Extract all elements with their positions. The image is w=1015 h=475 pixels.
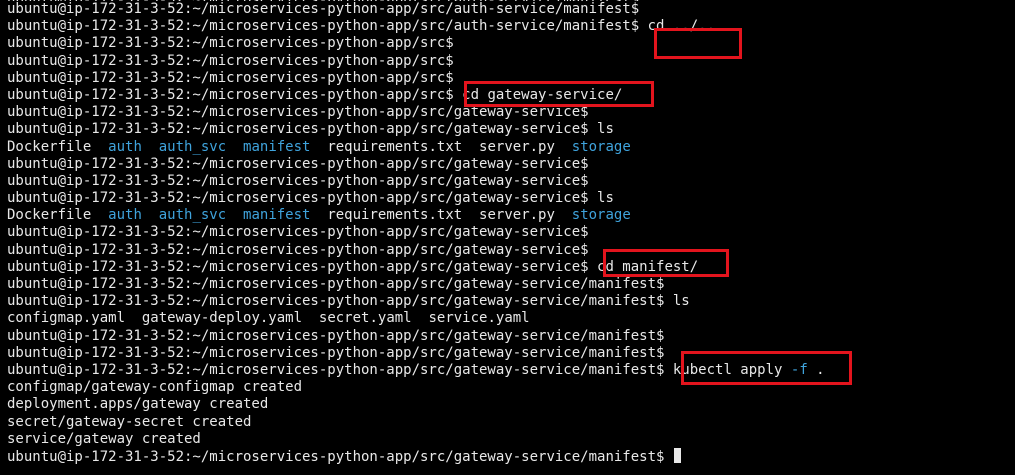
terminal-line: ubuntu@ip-172-31-3-52:~/microservices-py… [7,328,825,345]
terminal-output: ubuntu@ip-172-31-3-52:~/microservices-py… [7,0,825,465]
terminal-line: ubuntu@ip-172-31-3-52:~/microservices-py… [7,293,825,310]
terminal-line: ubuntu@ip-172-31-3-52:~/microservices-py… [7,242,825,259]
directory-entry: auth_svc [158,207,227,224]
prompt-text: ubuntu@ip-172-31-3-52:~/microservices-py… [7,344,665,361]
directory-entry: auth [108,138,142,155]
prompt-text: ubuntu@ip-172-31-3-52:~/microservices-py… [7,121,614,138]
command-text: . [807,361,825,378]
directory-entry: manifest [243,207,311,224]
file-entry: Dockerfile [7,138,92,155]
text-cursor[interactable] [673,447,681,463]
terminal-line: ubuntu@ip-172-31-3-52:~/microservices-py… [7,447,825,465]
prompt-text: ubuntu@ip-172-31-3-52:~/microservices-py… [7,1,640,17]
terminal-line: ubuntu@ip-172-31-3-52:~/microservices-py… [7,35,825,52]
command-text: cd manifest/ [597,258,699,275]
prompt-text: ubuntu@ip-172-31-3-52:~/microservices-py… [7,18,648,35]
column-gap [91,207,108,223]
column-gap [462,139,479,155]
terminal-line: ubuntu@ip-172-31-3-52:~/microservices-py… [7,121,825,138]
terminal-line: ubuntu@ip-172-31-3-52:~/microservices-py… [7,345,825,362]
terminal-line: ubuntu@ip-172-31-3-52:~/microservices-py… [7,18,825,35]
file-entry: requirements.txt [327,138,463,155]
terminal-line: ubuntu@ip-172-31-3-52:~/microservices-py… [7,190,825,207]
column-gap [412,310,429,326]
terminal-line: ubuntu@ip-172-31-3-52:~/microservices-py… [7,362,825,379]
prompt-text: configmap/gateway-configmap created [7,379,303,396]
terminal-line: ubuntu@ip-172-31-3-52:~/microservices-py… [7,53,825,70]
column-gap [310,139,327,155]
prompt-text: ubuntu@ip-172-31-3-52:~/microservices-py… [7,172,589,189]
prompt-text: ubuntu@ip-172-31-3-52:~/microservices-py… [7,52,454,69]
terminal-line: ubuntu@ip-172-31-3-52:~/microservices-py… [7,259,825,276]
column-gap [142,139,159,155]
directory-entry: auth [108,207,142,224]
column-gap [226,139,243,155]
column-gap [462,207,479,223]
prompt-text: ubuntu@ip-172-31-3-52:~/microservices-py… [7,241,589,258]
command-text: kubectl apply [672,361,791,378]
terminal-line: ubuntu@ip-172-31-3-52:~/microservices-py… [7,173,825,190]
prompt-text: ubuntu@ip-172-31-3-52:~/microservices-py… [7,293,690,310]
terminal-line: configmap/gateway-configmap created [7,379,825,396]
command-flag: -f [790,361,808,378]
file-entry: Dockerfile [7,207,92,224]
prompt-text: ubuntu@ip-172-31-3-52:~/microservices-py… [7,69,454,86]
file-entry: requirements.txt [327,207,463,224]
directory-entry: storage [571,138,631,155]
prompt-text: deployment.apps/gateway created [7,396,269,413]
column-gap [226,207,243,223]
file-entry: secret.yaml [318,310,412,327]
column-gap [555,139,572,155]
terminal-line: ubuntu@ip-172-31-3-52:~/microservices-py… [7,224,825,241]
file-entry: server.py [479,138,555,155]
file-entry: server.py [479,207,555,224]
terminal-line: service/gateway created [7,431,825,448]
prompt-text: ubuntu@ip-172-31-3-52:~/microservices-py… [7,327,665,344]
column-gap [125,310,142,326]
prompt-text: ubuntu@ip-172-31-3-52:~/microservices-py… [7,155,589,172]
prompt-text: ubuntu@ip-172-31-3-52:~/microservices-py… [7,35,454,52]
terminal-line: ubuntu@ip-172-31-3-52:~/microservices-py… [7,156,825,173]
command-text: cd ../.. [647,18,716,35]
terminal-line: ubuntu@ip-172-31-3-52:~/microservices-py… [7,1,825,18]
column-gap [142,207,159,223]
terminal-line: secret/gateway-secret created [7,414,825,431]
prompt-text: ubuntu@ip-172-31-3-52:~/microservices-py… [7,448,673,465]
terminal-line: ubuntu@ip-172-31-3-52:~/microservices-py… [7,70,825,87]
prompt-text: secret/gateway-secret created [7,413,252,430]
ls-output-line: Dockerfile auth auth_svc manifest requir… [7,139,825,156]
file-entry: service.yaml [428,310,530,327]
prompt-text: ubuntu@ip-172-31-3-52:~/microservices-py… [7,86,463,103]
file-entry: configmap.yaml [7,310,126,327]
command-text: cd gateway-service/ [462,86,623,103]
terminal-line: ubuntu@ip-172-31-3-52:~/microservices-py… [7,276,825,293]
ls-output-line: configmap.yaml gateway-deploy.yaml secre… [7,310,825,327]
prompt-text: ubuntu@ip-172-31-3-52:~/microservices-py… [7,224,589,241]
column-gap [91,139,108,155]
prompt-text: ubuntu@ip-172-31-3-52:~/microservices-py… [7,361,673,378]
directory-entry: storage [571,207,631,224]
column-gap [555,207,572,223]
directory-entry: auth_svc [158,138,227,155]
column-gap [310,207,327,223]
prompt-text: ubuntu@ip-172-31-3-52:~/microservices-py… [7,190,614,207]
directory-entry: manifest [243,138,311,155]
ls-output-line: Dockerfile auth auth_svc manifest requir… [7,207,825,224]
terminal-window[interactable]: ubuntu@ip-172-31-3-52:~/microservices-py… [0,0,1015,475]
terminal-line: ubuntu@ip-172-31-3-52:~/microservices-py… [7,87,825,104]
file-entry: gateway-deploy.yaml [141,310,303,327]
prompt-text: service/gateway created [7,430,201,447]
prompt-text: ubuntu@ip-172-31-3-52:~/microservices-py… [7,104,589,121]
terminal-line: ubuntu@ip-172-31-3-52:~/microservices-py… [7,104,825,121]
prompt-text: ubuntu@ip-172-31-3-52:~/microservices-py… [7,276,665,292]
prompt-text: ubuntu@ip-172-31-3-52:~/microservices-py… [7,258,598,275]
column-gap [302,310,319,326]
terminal-line: deployment.apps/gateway created [7,396,825,413]
